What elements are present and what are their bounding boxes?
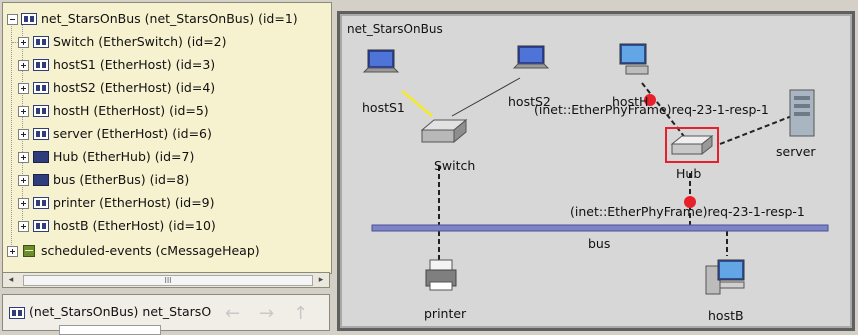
tree-item-label: hostH (EtherHost) (id=5): [53, 103, 209, 118]
switch-icon: [420, 118, 468, 144]
network-canvas[interactable]: net_StarsOnBus hostS1 hostS2 hostH (inet…: [342, 16, 850, 326]
tree-item-label: scheduled-events (cMessageHeap): [41, 243, 260, 258]
collapse-icon[interactable]: [7, 14, 18, 25]
message-heap-icon: [23, 245, 35, 257]
simple-module-icon: [33, 151, 49, 163]
compound-module-icon: [33, 36, 49, 48]
tree-item-label: hostS2 (EtherHost) (id=4): [53, 80, 216, 95]
printer-icon: [425, 259, 457, 291]
node-label-server[interactable]: server: [776, 144, 816, 159]
object-tree-panel: net_StarsOnBus (net_StarsOnBus) (id=1) S…: [2, 2, 332, 274]
node-label-hostb[interactable]: hostB: [708, 308, 744, 323]
tree-item-hub[interactable]: Hub (EtherHub) (id=7): [3, 146, 329, 168]
expand-icon[interactable]: [18, 198, 29, 209]
tree-horizontal-scrollbar[interactable]: ◂ III ▸: [2, 272, 330, 288]
bus-segment: [371, 224, 829, 232]
tree-item-hosts2[interactable]: hostS2 (EtherHost) (id=4): [3, 77, 329, 99]
tree-item-hosts1[interactable]: hostS1 (EtherHost) (id=3): [3, 54, 329, 76]
compound-module-icon: [33, 220, 49, 232]
inspector-input[interactable]: [59, 325, 161, 335]
expand-icon[interactable]: [18, 83, 29, 94]
simple-module-icon: [33, 174, 49, 186]
back-icon[interactable]: ←: [225, 303, 240, 324]
tree-item-label: hostS1 (EtherHost) (id=3): [53, 57, 216, 72]
tree-item-label: net_StarsOnBus (net_StarsOnBus) (id=1): [41, 11, 298, 26]
network-drawing: [362, 43, 829, 295]
laptop-icon: [512, 45, 550, 69]
tree-item-root[interactable]: net_StarsOnBus (net_StarsOnBus) (id=1): [3, 8, 329, 30]
tree-item-label: hostB (EtherHost) (id=10): [53, 218, 216, 233]
desktop-computer-icon: [619, 43, 649, 75]
node-label-switch[interactable]: Switch: [434, 158, 475, 173]
node-label-hosts1[interactable]: hostS1: [362, 100, 405, 115]
scroll-right-icon[interactable]: ▸: [313, 273, 329, 287]
tree-item-scheduled-events[interactable]: scheduled-events (cMessageHeap): [3, 240, 329, 262]
forward-icon[interactable]: →: [259, 303, 274, 324]
compound-module-icon: [9, 307, 25, 319]
message-label: (inet::EtherPhyFrame)req-23-1-resp-1: [534, 102, 769, 117]
scroll-left-icon[interactable]: ◂: [3, 273, 19, 287]
compound-module-icon: [33, 105, 49, 117]
compound-module-icon: [33, 197, 49, 209]
tree-item-label: bus (EtherBus) (id=8): [53, 172, 190, 187]
expand-icon[interactable]: [18, 221, 29, 232]
tree-item-label: Hub (EtherHub) (id=7): [53, 149, 195, 164]
link-hosts1-switch: [401, 90, 433, 117]
desktop-computer-icon: [705, 259, 745, 295]
parent-module-icon[interactable]: ↑: [293, 303, 308, 324]
tree-item-label: Switch (EtherSwitch) (id=2): [53, 34, 227, 49]
compound-module-icon: [33, 128, 49, 140]
message-label: (inet::EtherPhyFrame)req-23-1-resp-1: [570, 204, 805, 219]
laptop-icon: [362, 49, 400, 73]
tree-item-switch[interactable]: Switch (EtherSwitch) (id=2): [3, 31, 329, 53]
link-hub-server: [719, 115, 793, 145]
tree-item-hostb[interactable]: hostB (EtherHost) (id=10): [3, 215, 329, 237]
tree-item-bus[interactable]: bus (EtherBus) (id=8): [3, 169, 329, 191]
expand-icon[interactable]: [18, 129, 29, 140]
tree-item-server[interactable]: server (EtherHost) (id=6): [3, 123, 329, 145]
inspector-bar: (net_StarsOnBus) net_StarsO ← → ↑: [2, 294, 330, 335]
expand-icon[interactable]: [18, 152, 29, 163]
tree-item-label: server (EtherHost) (id=6): [53, 126, 212, 141]
hub-icon: [670, 134, 714, 156]
scrollbar-thumb[interactable]: III: [23, 275, 313, 286]
expand-icon[interactable]: [7, 246, 18, 257]
server-icon: [789, 89, 815, 137]
expand-icon[interactable]: [18, 175, 29, 186]
node-label-bus[interactable]: bus: [588, 236, 610, 251]
compound-module-icon: [33, 82, 49, 94]
node-label-printer[interactable]: printer: [424, 306, 466, 321]
expand-icon[interactable]: [18, 106, 29, 117]
tree-item-label: printer (EtherHost) (id=9): [53, 195, 215, 210]
compound-module-icon: [21, 13, 37, 25]
tree-item-printer[interactable]: printer (EtherHost) (id=9): [3, 192, 329, 214]
tree-item-hosth[interactable]: hostH (EtherHost) (id=5): [3, 100, 329, 122]
expand-icon[interactable]: [18, 60, 29, 71]
node-label-hub[interactable]: Hub: [676, 166, 701, 181]
inspected-object-label[interactable]: (net_StarsOnBus) net_StarsO: [29, 304, 217, 319]
compound-module-icon: [33, 59, 49, 71]
expand-icon[interactable]: [18, 37, 29, 48]
